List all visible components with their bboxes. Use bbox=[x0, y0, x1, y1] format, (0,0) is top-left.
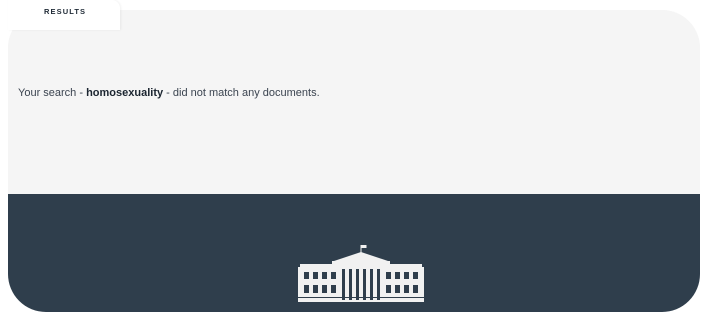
results-panel: Your search - homosexuality - did not ma… bbox=[8, 10, 700, 194]
no-results-message: Your search - homosexuality - did not ma… bbox=[18, 87, 320, 99]
search-term: homosexuality bbox=[86, 87, 164, 99]
search-message-suffix: - did not match any documents. bbox=[163, 87, 320, 99]
white-house-icon[interactable] bbox=[298, 245, 424, 303]
search-message-prefix: Your search - bbox=[18, 87, 87, 99]
page-frame: Your search - homosexuality - did not ma… bbox=[8, 10, 700, 312]
tab-results-label: RESULTS bbox=[44, 7, 87, 16]
tab-results[interactable]: RESULTS bbox=[8, 0, 120, 30]
site-footer bbox=[8, 194, 700, 312]
